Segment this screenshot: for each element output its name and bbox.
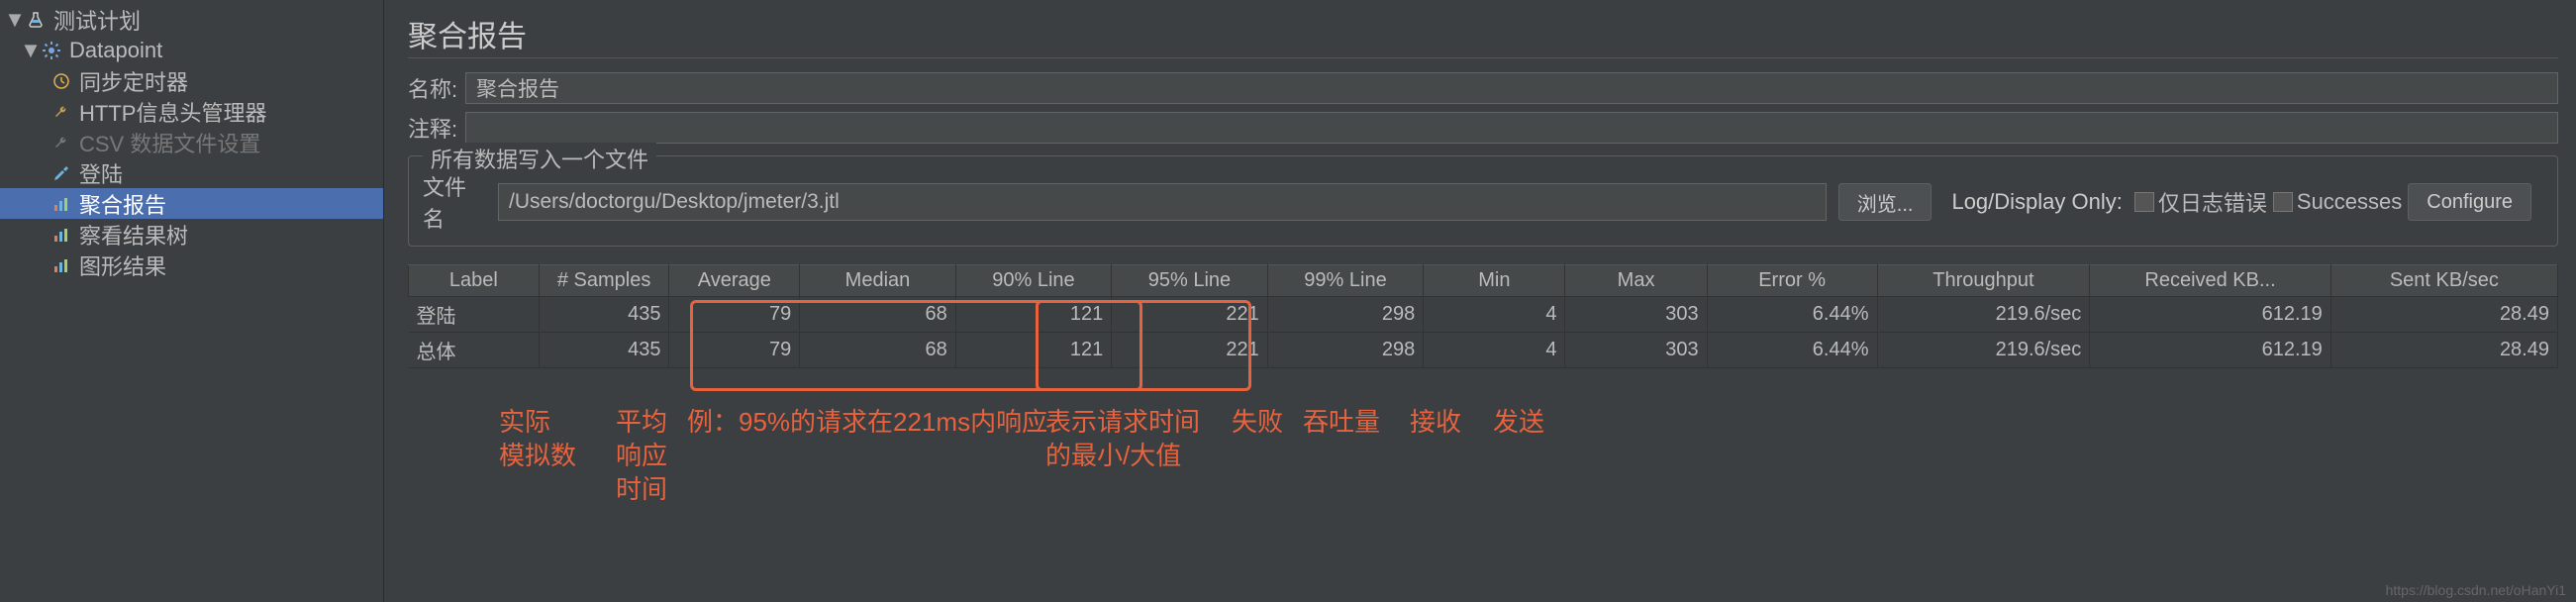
- cell-99: 298: [1267, 297, 1424, 333]
- th-median[interactable]: Median: [800, 265, 956, 297]
- th-min[interactable]: Min: [1424, 265, 1565, 297]
- tree-item-http-header[interactable]: HTTP信息头管理器: [0, 96, 383, 127]
- th-sentkb[interactable]: Sent KB/sec: [2330, 265, 2557, 297]
- tree-item-result-tree[interactable]: 察看结果树: [0, 219, 383, 250]
- cell-min: 4: [1424, 333, 1565, 368]
- results-table: Label # Samples Average Median 90% Line …: [408, 264, 2558, 368]
- clock-icon: [50, 69, 73, 93]
- th-90line[interactable]: 90% Line: [955, 265, 1112, 297]
- chart-icon: [50, 253, 73, 277]
- tree-item-label: CSV 数据文件设置: [79, 127, 260, 158]
- th-99line[interactable]: 99% Line: [1267, 265, 1424, 297]
- main-panel: 聚合报告 名称: 注释: 所有数据写入一个文件 文件名 浏览... Log/Di…: [384, 0, 2576, 602]
- file-group-title: 所有数据写入一个文件: [423, 143, 656, 174]
- tree-item-timer[interactable]: 同步定时器: [0, 65, 383, 96]
- cell-90: 121: [955, 297, 1112, 333]
- cell-min: 4: [1424, 297, 1565, 333]
- tree-item-graph[interactable]: 图形结果: [0, 250, 383, 280]
- cell-max: 303: [1565, 333, 1707, 368]
- th-max[interactable]: Max: [1565, 265, 1707, 297]
- tree-item-label: 聚合报告: [79, 188, 166, 220]
- th-receivedkb[interactable]: Received KB...: [2090, 265, 2330, 297]
- tree-panel: ▼ 测试计划 ▼ Datapoint 同步定时器 HTTP信息头管理器 CSV …: [0, 0, 384, 602]
- tree-datapoint-label: Datapoint: [69, 38, 162, 63]
- table-row[interactable]: 登陆 435 79 68 121 221 298 4 303 6.44% 219…: [409, 297, 2558, 333]
- th-average[interactable]: Average: [669, 265, 800, 297]
- chart-icon: [50, 223, 73, 247]
- dropper-icon: [50, 161, 73, 185]
- cell-sent: 28.49: [2330, 333, 2557, 368]
- th-error[interactable]: Error %: [1707, 265, 1877, 297]
- th-label[interactable]: Label: [409, 265, 540, 297]
- page-title: 聚合报告: [408, 12, 2558, 58]
- errors-only-checkbox[interactable]: 仅日志错误: [2134, 186, 2267, 218]
- cell-average: 79: [669, 297, 800, 333]
- tree-item-label: 同步定时器: [79, 65, 188, 97]
- cell-label: 登陆: [409, 297, 540, 333]
- tree-item-aggregate-report[interactable]: 聚合报告: [0, 188, 383, 219]
- cell-error: 6.44%: [1707, 333, 1877, 368]
- name-input[interactable]: [465, 72, 2558, 104]
- th-samples[interactable]: # Samples: [539, 265, 669, 297]
- cell-error: 6.44%: [1707, 297, 1877, 333]
- errors-only-label: 仅日志错误: [2158, 186, 2267, 218]
- cell-label: 总体: [409, 333, 540, 368]
- tree-item-label: 图形结果: [79, 250, 166, 281]
- cell-recv: 612.19: [2090, 333, 2330, 368]
- tree-item-label: 察看结果树: [79, 219, 188, 251]
- cell-samples: 435: [539, 333, 669, 368]
- successes-checkbox[interactable]: Successes: [2273, 189, 2402, 215]
- table-row[interactable]: 总体 435 79 68 121 221 298 4 303 6.44% 219…: [409, 333, 2558, 368]
- flask-icon: [24, 8, 48, 32]
- cell-samples: 435: [539, 297, 669, 333]
- tree-datapoint[interactable]: ▼ Datapoint: [0, 35, 383, 65]
- wrench-icon: [50, 100, 73, 124]
- cell-sent: 28.49: [2330, 297, 2557, 333]
- table-header-row: Label # Samples Average Median 90% Line …: [409, 265, 2558, 297]
- th-throughput[interactable]: Throughput: [1877, 265, 2090, 297]
- chart-icon: [50, 192, 73, 216]
- cell-median: 68: [800, 333, 956, 368]
- cell-90: 121: [955, 333, 1112, 368]
- cell-throughput: 219.6/sec: [1877, 333, 2090, 368]
- watermark: https://blog.csdn.net/oHanYi1: [2386, 582, 2566, 598]
- th-95line[interactable]: 95% Line: [1112, 265, 1268, 297]
- comment-label: 注释:: [408, 112, 465, 144]
- log-display-label: Log/Display Only:: [1951, 189, 2122, 215]
- cell-median: 68: [800, 297, 956, 333]
- tree-root-label: 测试计划: [53, 4, 141, 36]
- cell-max: 303: [1565, 297, 1707, 333]
- cell-99: 298: [1267, 333, 1424, 368]
- tree-item-label: 登陆: [79, 157, 123, 189]
- filename-input[interactable]: [498, 183, 1827, 221]
- filename-label: 文件名: [423, 170, 486, 234]
- configure-button[interactable]: Configure: [2408, 183, 2531, 221]
- cell-throughput: 219.6/sec: [1877, 297, 2090, 333]
- tree-root[interactable]: ▼ 测试计划: [0, 4, 383, 35]
- file-group: 所有数据写入一个文件 文件名 浏览... Log/Display Only: 仅…: [408, 155, 2558, 247]
- tree-item-csv[interactable]: CSV 数据文件设置: [0, 127, 383, 157]
- cell-95: 221: [1112, 297, 1268, 333]
- cell-average: 79: [669, 333, 800, 368]
- name-label: 名称:: [408, 72, 465, 104]
- successes-label: Successes: [2297, 189, 2402, 215]
- browse-button[interactable]: 浏览...: [1838, 183, 1932, 221]
- tree-item-label: HTTP信息头管理器: [79, 96, 266, 128]
- cell-95: 221: [1112, 333, 1268, 368]
- tree-item-login[interactable]: 登陆: [0, 157, 383, 188]
- cell-recv: 612.19: [2090, 297, 2330, 333]
- gear-icon: [40, 39, 63, 62]
- wrench-icon: [50, 131, 73, 154]
- comment-input[interactable]: [465, 112, 2558, 144]
